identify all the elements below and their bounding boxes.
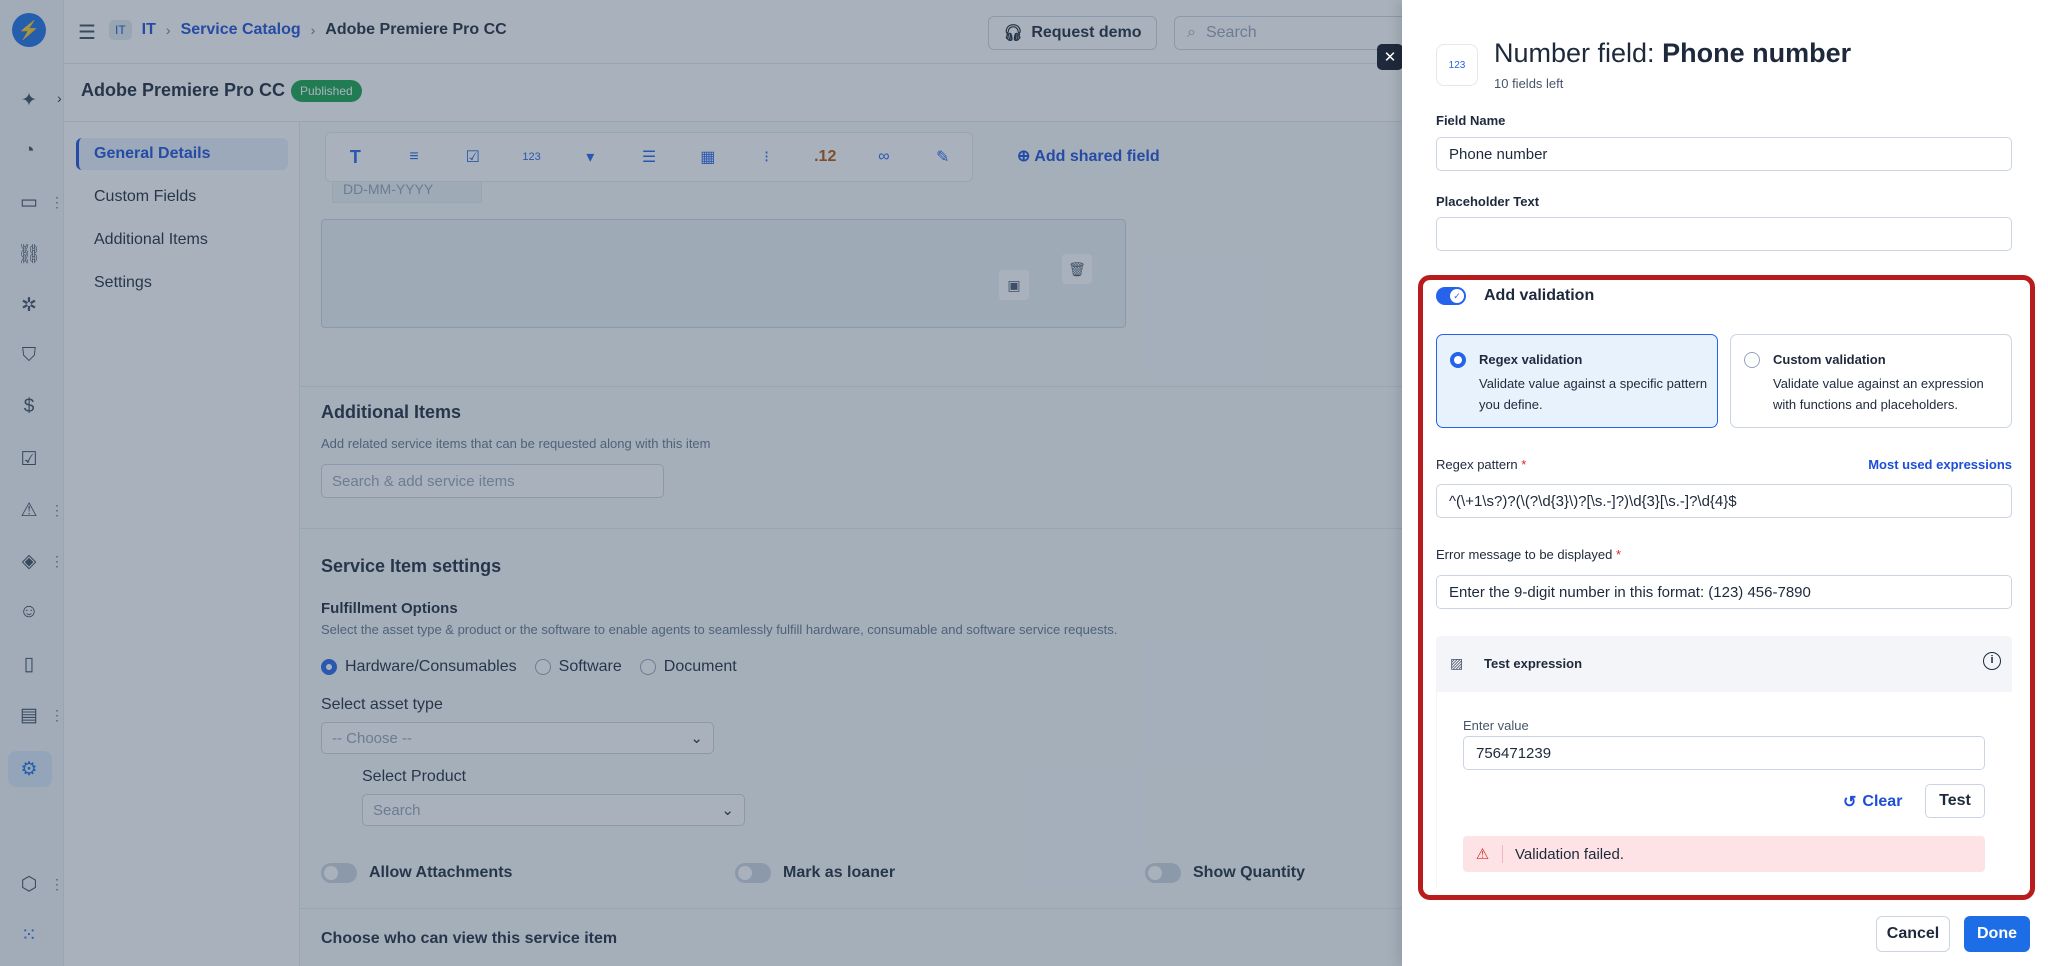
custom-option-title: Custom validation xyxy=(1773,352,1886,367)
regex-pattern-label: Regex pattern * xyxy=(1436,457,1526,472)
error-message-label-text: Error message to be displayed xyxy=(1436,547,1613,562)
field-editor-drawer: 123 Number field: Phone number 10 fields… xyxy=(1402,0,2048,966)
enter-value-label: Enter value xyxy=(1463,718,1529,733)
radio-selected-icon xyxy=(1450,352,1466,368)
regex-validation-option[interactable]: Regex validation Validate value against … xyxy=(1436,334,1718,428)
info-icon[interactable]: i xyxy=(1983,652,2001,670)
number-field-icon: 123 xyxy=(1436,44,1478,86)
regex-pattern-input[interactable]: ^(\+1\s?)?(\(?\d{3}\)?[\s.-]?)\d{3}[\s.-… xyxy=(1436,484,2012,518)
validation-label: Add validation xyxy=(1484,287,1595,304)
error-message-input[interactable]: Enter the 9-digit number in this format:… xyxy=(1436,575,2012,609)
done-button[interactable]: Done xyxy=(1964,916,2030,952)
validation-result-text: Validation failed. xyxy=(1515,845,1624,863)
test-expression-body: Enter value 756471239 ↺ Clear Test ⚠ Val… xyxy=(1436,692,2012,888)
test-expression-panel: ▨ Test expression i Enter value 75647123… xyxy=(1436,636,2012,888)
warning-icon: ⚠ xyxy=(1463,845,1503,863)
close-drawer-button[interactable]: ✕ xyxy=(1377,44,1403,70)
most-used-expressions-link[interactable]: Most used expressions xyxy=(1868,457,2012,472)
clear-button[interactable]: ↺ Clear xyxy=(1843,792,1902,812)
field-name-input[interactable]: Phone number xyxy=(1436,137,2012,171)
custom-option-desc: Validate value against an expression wit… xyxy=(1773,376,1984,412)
required-mark: * xyxy=(1521,457,1527,472)
required-mark: * xyxy=(1615,547,1621,562)
drawer-title-name: Phone number xyxy=(1662,38,1852,68)
modal-overlay[interactable] xyxy=(0,0,1402,966)
regex-option-desc: Validate value against a specific patter… xyxy=(1479,376,1708,412)
field-name-label: Field Name xyxy=(1436,113,1506,128)
regex-pattern-label-text: Regex pattern xyxy=(1436,457,1518,472)
test-expression-header: ▨ Test expression i xyxy=(1436,636,2012,692)
validation-result-banner: ⚠ Validation failed. xyxy=(1463,836,1985,872)
reset-icon: ↺ xyxy=(1843,794,1857,811)
drawer-footer: Cancel Done xyxy=(1402,900,2048,966)
fields-left-count: 10 fields left xyxy=(1494,76,1564,91)
validation-toggle[interactable] xyxy=(1436,287,1466,305)
custom-validation-option[interactable]: Custom validation Validate value against… xyxy=(1730,334,2012,428)
cancel-button[interactable]: Cancel xyxy=(1876,916,1950,952)
clear-label: Clear xyxy=(1862,793,1903,810)
test-value-input[interactable]: 756471239 xyxy=(1463,736,1985,770)
placeholder-input[interactable] xyxy=(1436,217,2012,251)
drawer-title: Number field: Phone number xyxy=(1494,38,1851,69)
placeholder-label: Placeholder Text xyxy=(1436,194,1540,209)
test-button[interactable]: Test xyxy=(1925,784,1985,818)
drawer-title-prefix: Number field: xyxy=(1494,38,1655,68)
test-expression-title: Test expression xyxy=(1484,656,1583,671)
error-message-label: Error message to be displayed * xyxy=(1436,547,1621,562)
regex-option-title: Regex validation xyxy=(1479,352,1583,367)
test-flask-icon: ▨ xyxy=(1450,655,1464,671)
radio-icon xyxy=(1744,352,1760,368)
